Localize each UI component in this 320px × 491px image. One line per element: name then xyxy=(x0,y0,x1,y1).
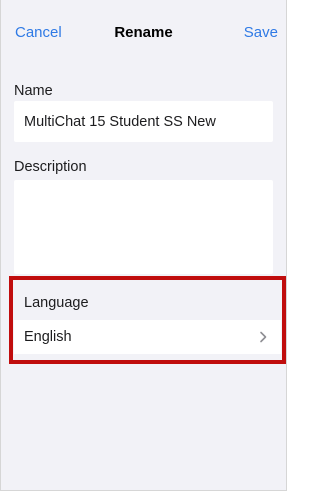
name-label: Name xyxy=(14,83,53,99)
language-label: Language xyxy=(24,295,89,311)
language-section: Language English xyxy=(9,276,286,364)
save-button[interactable]: Save xyxy=(244,24,278,42)
name-field[interactable]: MultiChat 15 Student SS New xyxy=(14,101,273,142)
language-value: English xyxy=(24,329,72,345)
chevron-right-icon xyxy=(260,331,267,343)
description-label: Description xyxy=(14,159,87,175)
name-field-value: MultiChat 15 Student SS New xyxy=(24,113,216,130)
language-row[interactable]: English xyxy=(14,320,281,354)
rename-screen: Cancel Rename Save Name MultiChat 15 Stu… xyxy=(0,0,287,491)
navigation-bar: Cancel Rename Save xyxy=(1,0,286,63)
description-field[interactable] xyxy=(14,180,273,274)
